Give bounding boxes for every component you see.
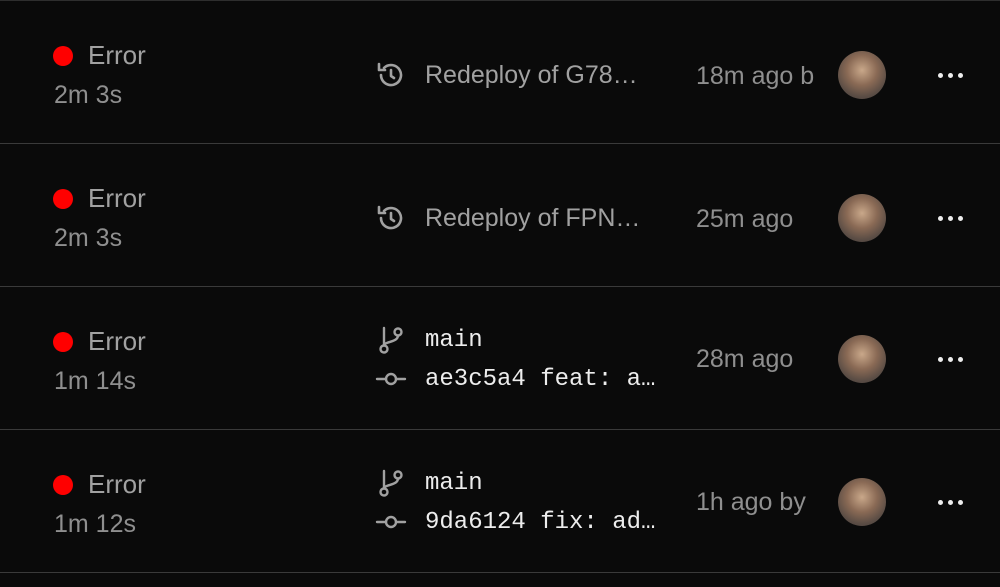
deployment-duration: 1m 14s (54, 367, 136, 395)
branch-line[interactable]: main (374, 466, 664, 500)
status-dot (53, 46, 73, 66)
more-horizontal-icon (937, 499, 943, 505)
deployment-row[interactable]: Error 2m 3s Redeploy of G78… 18m ago by (0, 1, 1000, 144)
status-label: Error (88, 40, 146, 70)
status-label: Error (88, 469, 146, 499)
deployment-row[interactable]: Error 2m 3s Redeploy of FPN… 25m ago (0, 144, 1000, 287)
deployment-time: 28m ago (696, 345, 794, 373)
git-commit-icon (374, 362, 408, 396)
more-button[interactable] (928, 196, 972, 240)
git-branch-icon (374, 323, 408, 357)
git-branch-icon (374, 466, 408, 500)
deployment-duration: 2m 3s (54, 81, 123, 109)
status-label: Error (88, 326, 146, 356)
more-button[interactable] (928, 53, 972, 97)
git-commit-icon (374, 505, 408, 539)
deployment-time: 1h ago by (696, 488, 806, 516)
commit-message: 9da6124 fix: add … (425, 508, 663, 536)
deployment-time: 18m ago by (696, 62, 814, 90)
more-horizontal-icon (937, 215, 943, 221)
deployment-row[interactable]: Error 1m 14s main ae3c5a4 feat: ad… 28m … (0, 287, 1000, 430)
branch-name: main (425, 469, 483, 497)
deployments-list: Error 2m 3s Redeploy of G78… 18m ago by (0, 0, 1000, 587)
redeploy-text: Redeploy of FPN… (425, 203, 641, 232)
deployment-row[interactable]: Error 1m 12s main 9da6124 fix: add … 1h … (0, 430, 1000, 573)
avatar[interactable] (838, 194, 886, 242)
status-dot (53, 189, 73, 209)
avatar[interactable] (838, 478, 886, 526)
status-label: Error (88, 183, 146, 213)
more-button[interactable] (928, 337, 972, 381)
branch-name: main (425, 326, 483, 354)
redeploy-icon (374, 201, 408, 235)
redeploy-line[interactable]: Redeploy of FPN… (374, 201, 664, 235)
more-horizontal-icon (937, 356, 943, 362)
deployment-duration: 2m 3s (54, 224, 123, 252)
more-button[interactable] (928, 480, 972, 524)
commit-message: ae3c5a4 feat: ad… (425, 365, 663, 393)
branch-line[interactable]: main (374, 323, 664, 357)
redeploy-text: Redeploy of G78… (425, 60, 638, 89)
avatar[interactable] (838, 51, 886, 99)
commit-line[interactable]: 9da6124 fix: add … (374, 505, 664, 539)
redeploy-line[interactable]: Redeploy of G78… (374, 58, 664, 92)
commit-line[interactable]: ae3c5a4 feat: ad… (374, 362, 664, 396)
status-dot (53, 332, 73, 352)
status-dot (53, 475, 73, 495)
deployment-duration: 1m 12s (54, 510, 136, 538)
more-horizontal-icon (937, 72, 943, 78)
avatar[interactable] (838, 335, 886, 383)
deployment-time: 25m ago (696, 205, 794, 233)
redeploy-icon (374, 58, 408, 92)
